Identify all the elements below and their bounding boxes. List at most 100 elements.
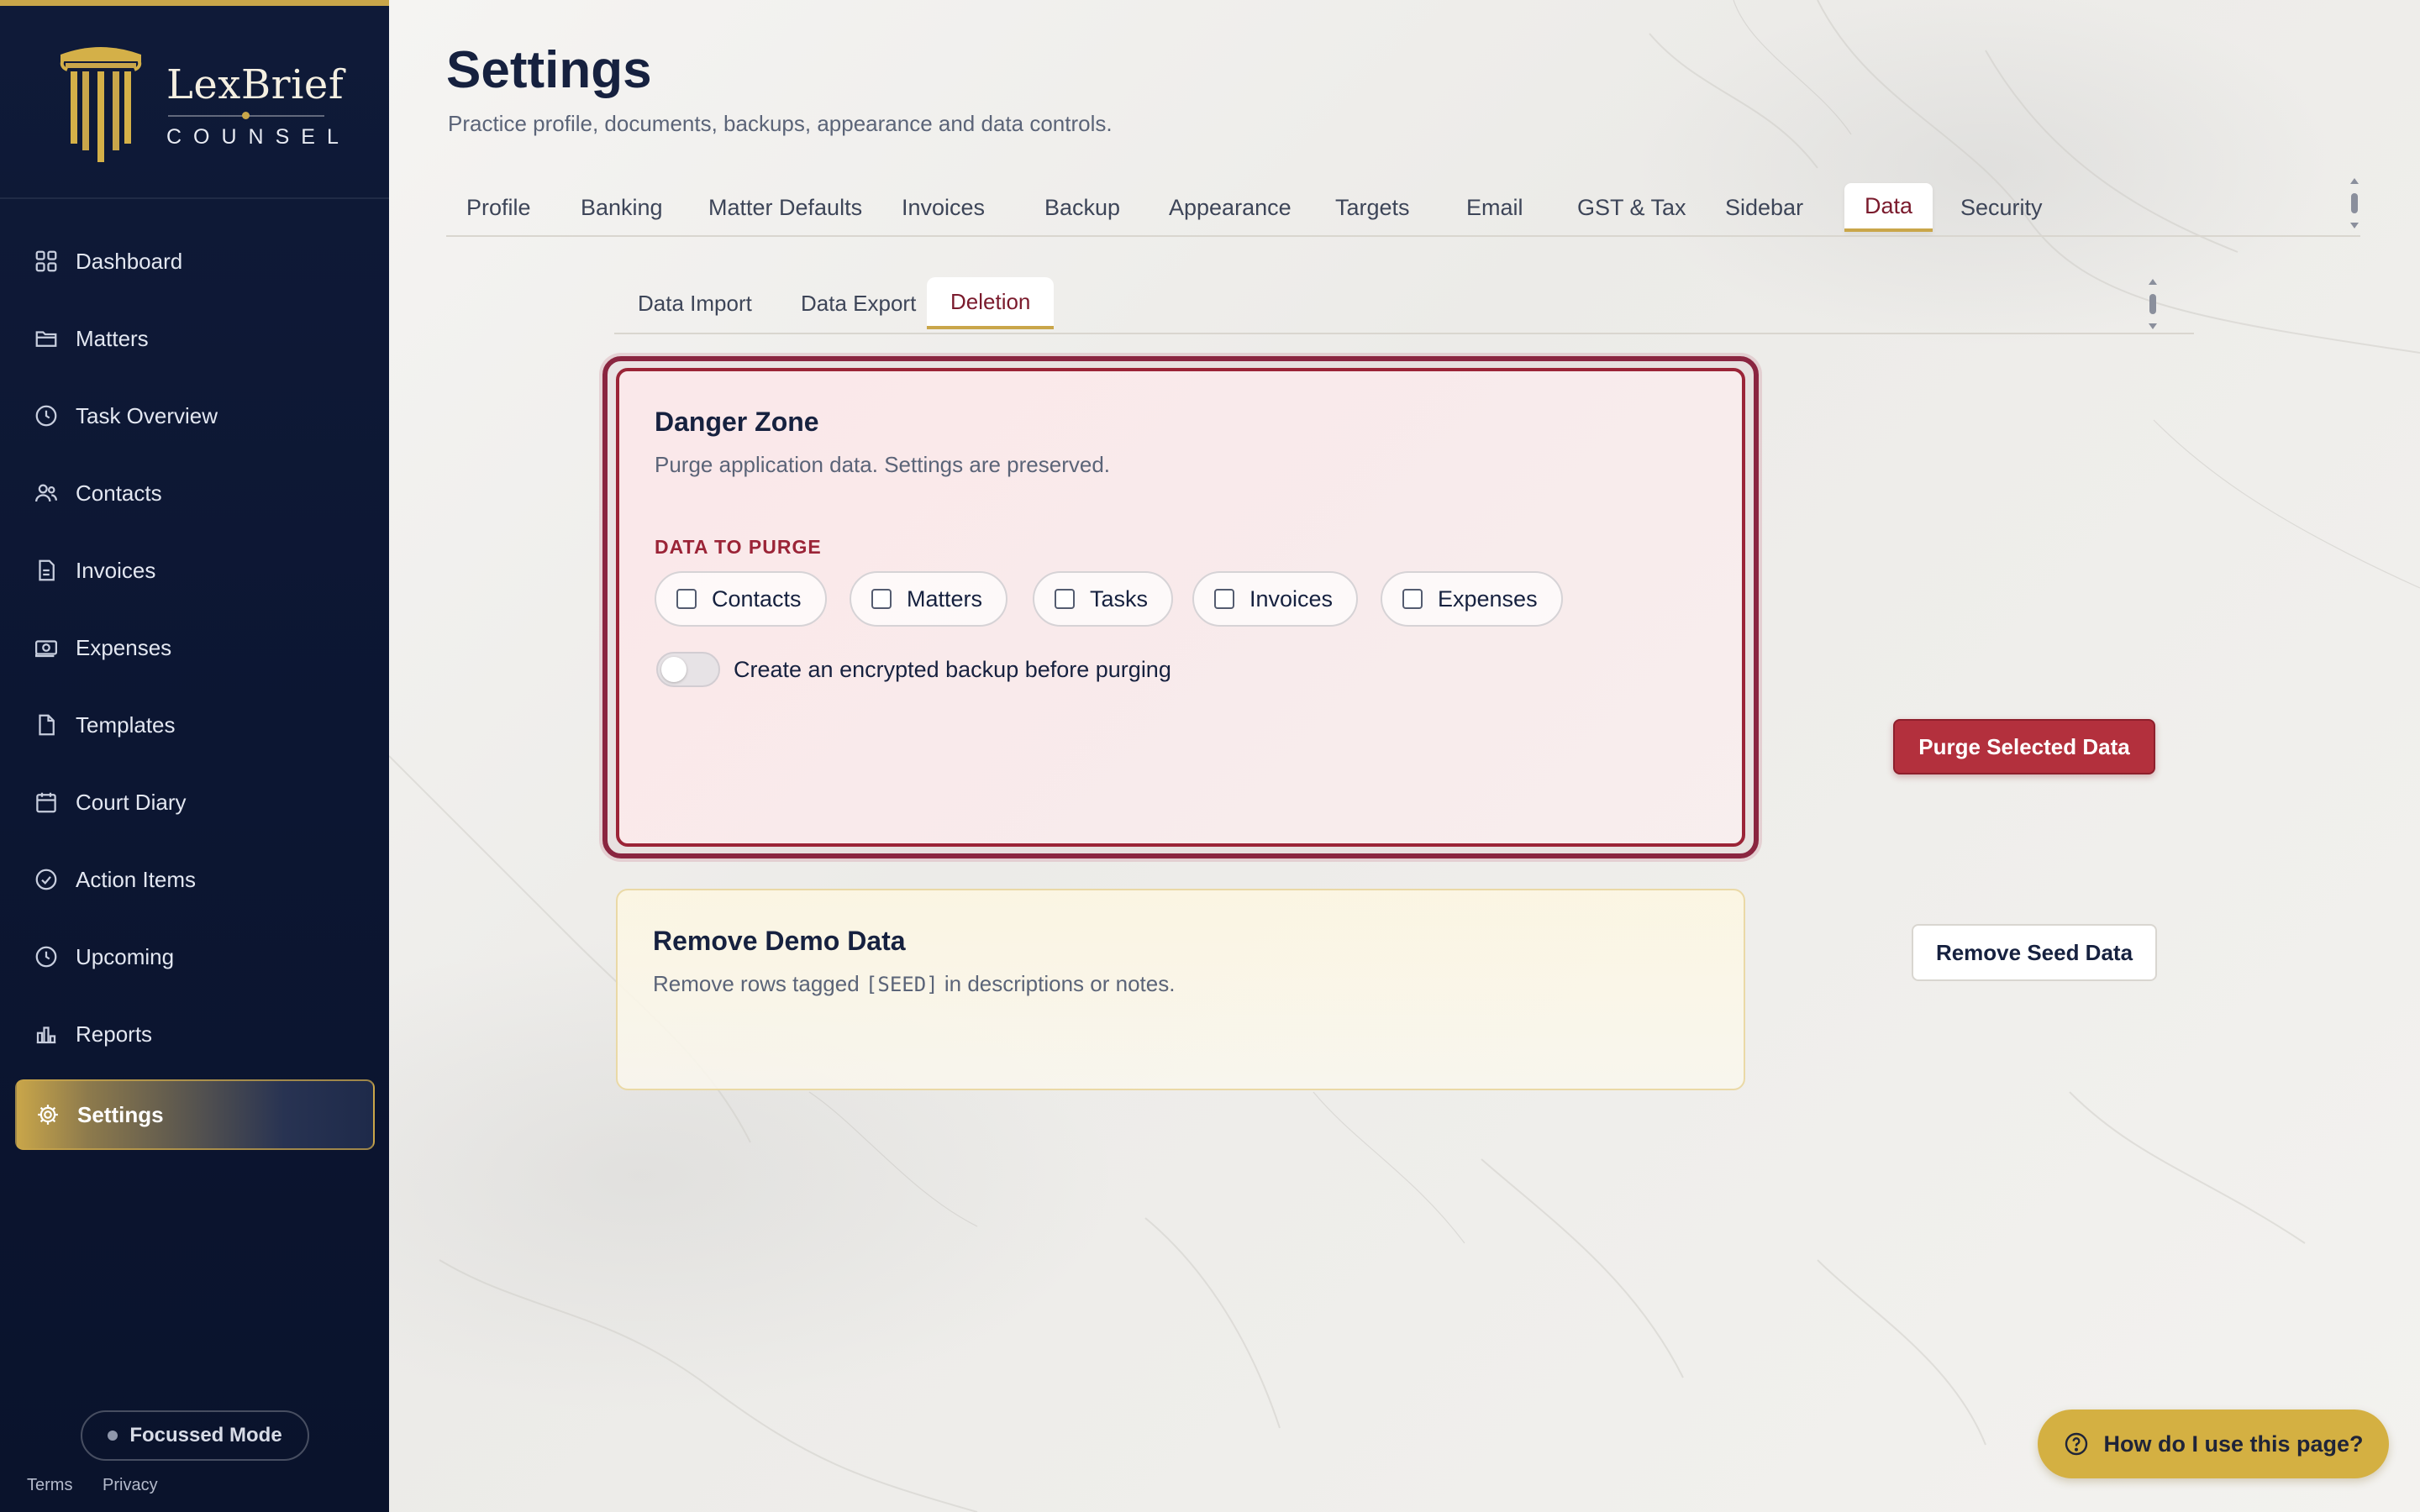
- subtabs-scroll-indicator-icon[interactable]: [2147, 277, 2159, 331]
- purge-option-label: Matters: [907, 585, 983, 612]
- data-subtabs: Data Import Data Export Deletion: [614, 274, 2194, 334]
- purge-option-label: Tasks: [1090, 585, 1149, 612]
- purge-selected-data-button[interactable]: Purge Selected Data: [1893, 719, 2155, 774]
- sidebar-item-label: Upcoming: [76, 943, 175, 969]
- purge-option-expenses[interactable]: Expenses: [1381, 571, 1563, 627]
- users-icon: [34, 480, 59, 506]
- sidebar-item-label: Settings: [77, 1101, 164, 1127]
- brand-name: LexBrief: [166, 61, 345, 108]
- seed-tag-code: [SEED]: [865, 973, 939, 996]
- folder-icon: [34, 326, 59, 351]
- terms-link[interactable]: Terms: [27, 1476, 72, 1494]
- focus-mode-button[interactable]: Focussed Mode: [81, 1410, 309, 1461]
- tab-sidebar[interactable]: Sidebar: [1705, 183, 1823, 232]
- sidebar-item-dashboard[interactable]: Dashboard: [15, 226, 375, 297]
- tab-data[interactable]: Data: [1844, 183, 1933, 232]
- bar-chart-icon: [34, 1021, 59, 1047]
- subtab-data-import[interactable]: Data Import: [614, 277, 776, 329]
- sidebar-item-reports[interactable]: Reports: [15, 999, 375, 1069]
- page-title: Settings: [446, 41, 652, 99]
- tab-security[interactable]: Security: [1940, 183, 2063, 232]
- remove-demo-data-title: Remove Demo Data: [653, 926, 906, 956]
- sidebar-item-label: Reports: [76, 1021, 153, 1047]
- sidebar-item-matters[interactable]: Matters: [15, 303, 375, 374]
- banknote-icon: [34, 635, 59, 660]
- remove-seed-data-button[interactable]: Remove Seed Data: [1912, 924, 2157, 981]
- tab-matter-defaults[interactable]: Matter Defaults: [688, 183, 882, 232]
- clock-icon: [34, 403, 59, 428]
- sidebar-item-task-overview[interactable]: Task Overview: [15, 381, 375, 451]
- sidebar-item-action-items[interactable]: Action Items: [15, 844, 375, 915]
- sidebar-item-settings[interactable]: Settings: [15, 1079, 375, 1150]
- grid-icon: [34, 249, 59, 274]
- sidebar-item-label: Matters: [76, 325, 149, 351]
- pillar-logo-icon: [60, 47, 142, 162]
- sidebar-item-expenses[interactable]: Expenses: [15, 612, 375, 683]
- sidebar-item-invoices[interactable]: Invoices: [15, 535, 375, 606]
- help-label: How do I use this page?: [2103, 1431, 2364, 1457]
- status-dot: [108, 1431, 118, 1441]
- check-circle-icon: [34, 867, 59, 892]
- sidebar-item-label: Court Diary: [76, 789, 187, 815]
- footer-links: Terms Privacy: [27, 1476, 183, 1495]
- tabs-scroll-indicator-icon[interactable]: [2349, 176, 2360, 230]
- brand-dot: [242, 112, 250, 119]
- brand[interactable]: LexBrief COUNSEL: [0, 6, 389, 199]
- settings-tabs: Profile Banking Matter Defaults Invoices…: [446, 176, 2360, 237]
- clock-icon: [34, 944, 59, 969]
- tab-targets[interactable]: Targets: [1315, 183, 1430, 232]
- tab-appearance[interactable]: Appearance: [1149, 183, 1312, 232]
- tab-gst-tax[interactable]: GST & Tax: [1557, 183, 1707, 232]
- sidebar-item-label: Task Overview: [76, 402, 218, 428]
- toggle-knob: [661, 657, 687, 682]
- data-to-purge-label: DATA TO PURGE: [655, 536, 822, 558]
- sidebar-item-upcoming[interactable]: Upcoming: [15, 921, 375, 992]
- subtitle-text: in descriptions or notes.: [944, 971, 1176, 996]
- page-subtitle: Practice profile, documents, backups, ap…: [448, 111, 1113, 136]
- subtitle-text: Remove rows tagged: [653, 971, 860, 996]
- purge-option-label: Invoices: [1249, 585, 1334, 612]
- help-button[interactable]: How do I use this page?: [2038, 1410, 2389, 1478]
- question-circle-icon: [2063, 1431, 2090, 1457]
- sidebar-item-label: Expenses: [76, 634, 172, 660]
- purge-option-matters[interactable]: Matters: [850, 571, 1008, 627]
- checkbox[interactable]: [676, 589, 697, 609]
- purge-option-invoices[interactable]: Invoices: [1192, 571, 1359, 627]
- sidebar-item-contacts[interactable]: Contacts: [15, 458, 375, 528]
- purge-option-label: Expenses: [1438, 585, 1538, 612]
- purge-option-tasks[interactable]: Tasks: [1033, 571, 1174, 627]
- checkbox[interactable]: [871, 589, 892, 609]
- focus-mode-label: Focussed Mode: [129, 1424, 282, 1446]
- sidebar-item-label: Contacts: [76, 480, 162, 506]
- tab-email[interactable]: Email: [1446, 183, 1544, 232]
- subtab-data-export[interactable]: Data Export: [777, 277, 939, 329]
- tab-invoices[interactable]: Invoices: [881, 183, 1005, 232]
- danger-zone-title: Danger Zone: [655, 407, 819, 437]
- sidebar-item-court-diary[interactable]: Court Diary: [15, 767, 375, 837]
- tab-banking[interactable]: Banking: [560, 183, 683, 232]
- file-icon: [34, 712, 59, 738]
- invoice-icon: [34, 558, 59, 583]
- purge-option-label: Contacts: [712, 585, 802, 612]
- danger-zone-subtitle: Purge application data. Settings are pre…: [655, 452, 1111, 477]
- gear-icon: [35, 1102, 60, 1127]
- sidebar-item-label: Templates: [76, 711, 176, 738]
- checkbox[interactable]: [1214, 589, 1234, 609]
- brand-subtitle: COUNSEL: [166, 125, 350, 149]
- purge-option-contacts[interactable]: Contacts: [655, 571, 827, 627]
- sidebar-item-label: Dashboard: [76, 248, 183, 274]
- sidebar-item-label: Action Items: [76, 866, 197, 892]
- sidebar-item-label: Invoices: [76, 557, 156, 583]
- checkbox[interactable]: [1055, 589, 1075, 609]
- calendar-icon: [34, 790, 59, 815]
- sidebar: LexBrief COUNSEL Dashboard Matters Task …: [0, 0, 389, 1512]
- tab-backup[interactable]: Backup: [1024, 183, 1140, 232]
- privacy-link[interactable]: Privacy: [103, 1476, 158, 1494]
- remove-demo-data-subtitle: Remove rows tagged [SEED] in description…: [653, 971, 1175, 997]
- subtab-deletion[interactable]: Deletion: [927, 277, 1055, 329]
- sidebar-item-templates[interactable]: Templates: [15, 690, 375, 760]
- encrypted-backup-toggle[interactable]: [656, 652, 720, 687]
- encrypted-backup-label: Create an encrypted backup before purgin…: [734, 657, 1171, 682]
- checkbox[interactable]: [1402, 589, 1423, 609]
- tab-profile[interactable]: Profile: [446, 183, 551, 232]
